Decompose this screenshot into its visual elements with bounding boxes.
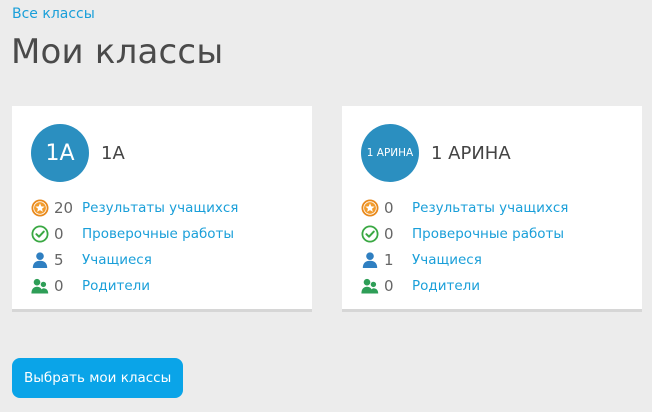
check-circle-icon — [360, 224, 380, 244]
results-link[interactable]: Результаты учащихся — [412, 200, 568, 216]
stat-count: 0 — [384, 199, 394, 217]
users-icon — [360, 276, 380, 296]
class-name[interactable]: 1А — [101, 143, 125, 164]
users-icon — [30, 276, 50, 296]
parents-link[interactable]: Родители — [82, 278, 150, 294]
class-avatar[interactable]: 1 АРИНА — [361, 124, 419, 182]
students-link[interactable]: Учащиеся — [412, 252, 482, 268]
stat-parents: 0 Родители — [30, 273, 238, 299]
breadcrumb-all-classes[interactable]: Все классы — [12, 6, 95, 22]
stat-results: 20 Результаты учащихся — [30, 195, 238, 221]
class-avatar[interactable]: 1А — [31, 124, 89, 182]
class-card-header: 1А 1А — [31, 124, 125, 182]
page-title: Мои классы — [11, 32, 224, 72]
class-card: 1 АРИНА 1 АРИНА 0 Результаты учащихся 0 … — [342, 106, 642, 312]
stat-count: 20 — [54, 199, 74, 217]
user-icon — [360, 250, 380, 270]
stat-count: 5 — [54, 251, 64, 269]
stat-parents: 0 Родители — [360, 273, 568, 299]
class-stats: 20 Результаты учащихся 0 Проверочные раб… — [30, 195, 238, 299]
stat-count: 0 — [54, 277, 64, 295]
class-card-header: 1 АРИНА 1 АРИНА — [361, 124, 511, 182]
stat-students: 5 Учащиеся — [30, 247, 238, 273]
stat-count: 1 — [384, 251, 394, 269]
results-link[interactable]: Результаты учащихся — [82, 200, 238, 216]
stat-results: 0 Результаты учащихся — [360, 195, 568, 221]
stat-count: 0 — [54, 225, 64, 243]
stat-count: 0 — [384, 225, 394, 243]
star-badge-icon — [30, 198, 50, 218]
stat-students: 1 Учащиеся — [360, 247, 568, 273]
tests-link[interactable]: Проверочные работы — [412, 226, 564, 242]
check-circle-icon — [30, 224, 50, 244]
star-badge-icon — [360, 198, 380, 218]
students-link[interactable]: Учащиеся — [82, 252, 152, 268]
tests-link[interactable]: Проверочные работы — [82, 226, 234, 242]
user-icon — [30, 250, 50, 270]
select-my-classes-button[interactable]: Выбрать мои классы — [12, 358, 184, 398]
class-card: 1А 1А 20 Результаты учащихся 0 Проверочн… — [12, 106, 312, 312]
stat-tests: 0 Проверочные работы — [30, 221, 238, 247]
stat-tests: 0 Проверочные работы — [360, 221, 568, 247]
class-name[interactable]: 1 АРИНА — [431, 143, 511, 164]
stat-count: 0 — [384, 277, 394, 295]
class-stats: 0 Результаты учащихся 0 Проверочные рабо… — [360, 195, 568, 299]
parents-link[interactable]: Родители — [412, 278, 480, 294]
